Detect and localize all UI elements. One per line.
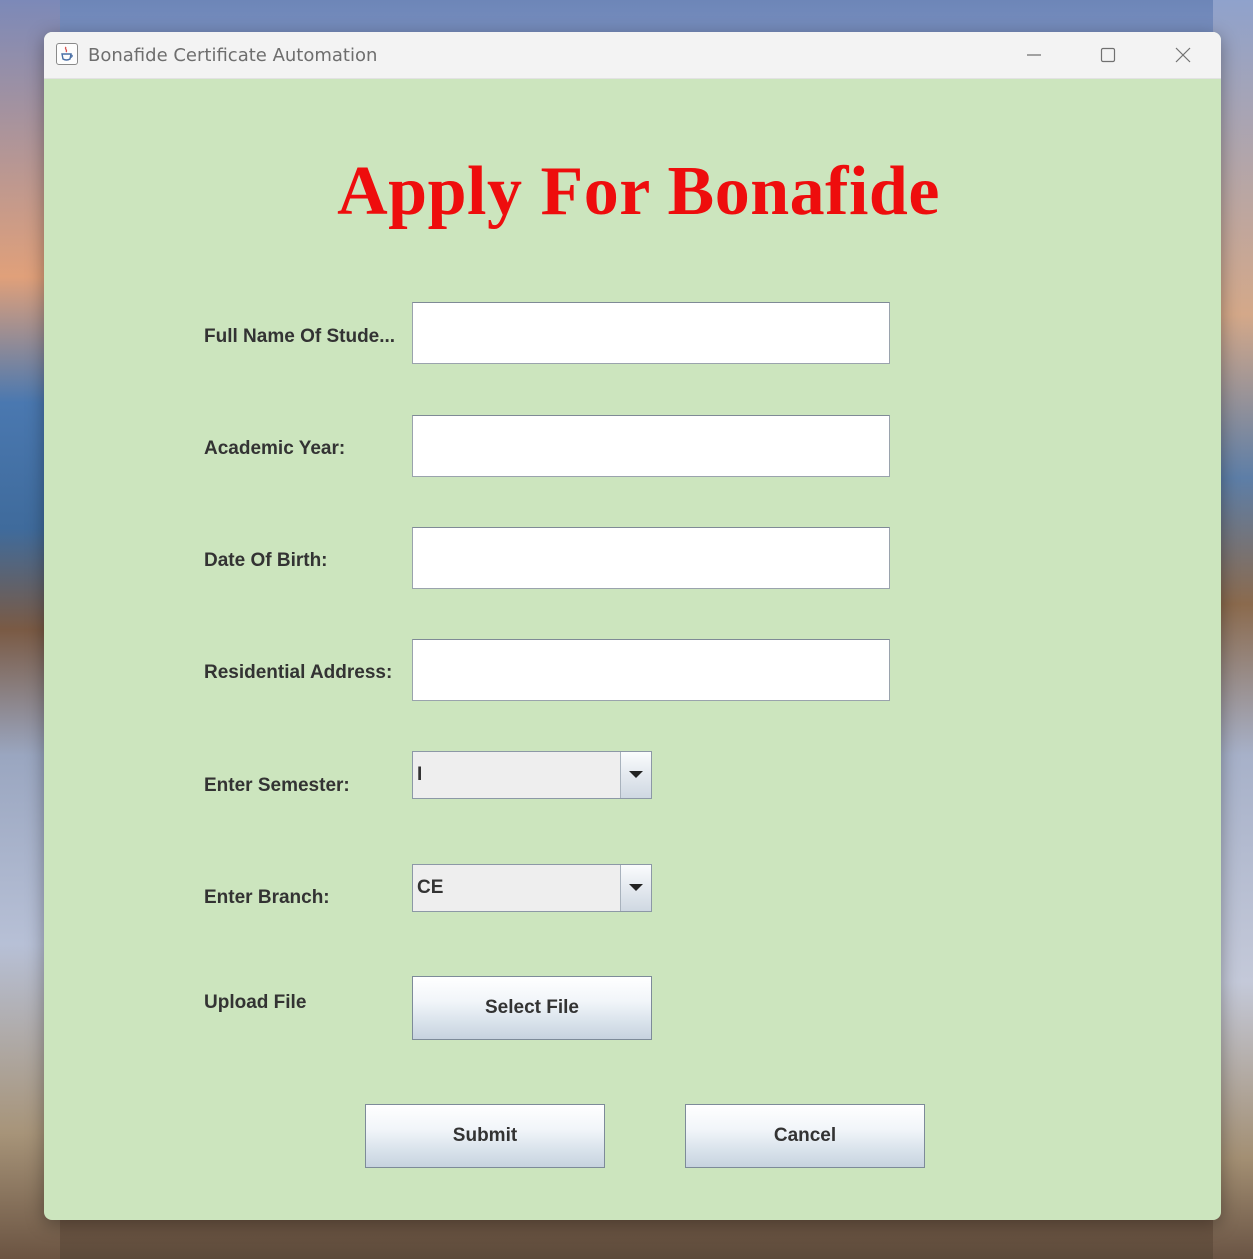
- java-cup-icon: [56, 43, 78, 65]
- close-button[interactable]: [1160, 40, 1206, 70]
- minimize-icon: [1027, 54, 1041, 56]
- window-title: Bonafide Certificate Automation: [88, 45, 378, 66]
- app-window: Bonafide Certificate Automation Apply Fo…: [44, 32, 1221, 1220]
- academic-year-label: Academic Year:: [204, 438, 346, 459]
- full-name-input[interactable]: [412, 302, 890, 364]
- semester-dropdown-button[interactable]: [620, 752, 651, 798]
- title-bar[interactable]: Bonafide Certificate Automation: [44, 32, 1221, 79]
- upload-file-label: Upload File: [204, 992, 307, 1013]
- close-icon: [1175, 47, 1191, 63]
- academic-year-input[interactable]: [412, 415, 890, 477]
- branch-select[interactable]: CE: [412, 864, 652, 912]
- semester-select[interactable]: I: [412, 751, 652, 799]
- residential-address-input[interactable]: [412, 639, 890, 701]
- semester-label: Enter Semester:: [204, 775, 350, 796]
- branch-selected-value: CE: [417, 877, 444, 898]
- cancel-button[interactable]: Cancel: [685, 1104, 925, 1168]
- date-of-birth-input[interactable]: [412, 527, 890, 589]
- date-of-birth-label: Date Of Birth:: [204, 550, 328, 571]
- form-heading: Apply For Bonafide: [337, 153, 940, 230]
- branch-dropdown-button[interactable]: [620, 865, 651, 911]
- full-name-label: Full Name Of Stude...: [204, 326, 396, 347]
- minimize-button[interactable]: [1011, 40, 1057, 70]
- residential-address-label: Residential Address:: [204, 662, 393, 683]
- maximize-icon: [1100, 47, 1116, 63]
- select-file-button[interactable]: Select File: [412, 976, 652, 1040]
- branch-label: Enter Branch:: [204, 887, 330, 908]
- semester-selected-value: I: [417, 764, 423, 785]
- submit-button[interactable]: Submit: [365, 1104, 605, 1168]
- chevron-down-icon: [629, 771, 643, 778]
- chevron-down-icon: [629, 884, 643, 891]
- maximize-button[interactable]: [1085, 40, 1131, 70]
